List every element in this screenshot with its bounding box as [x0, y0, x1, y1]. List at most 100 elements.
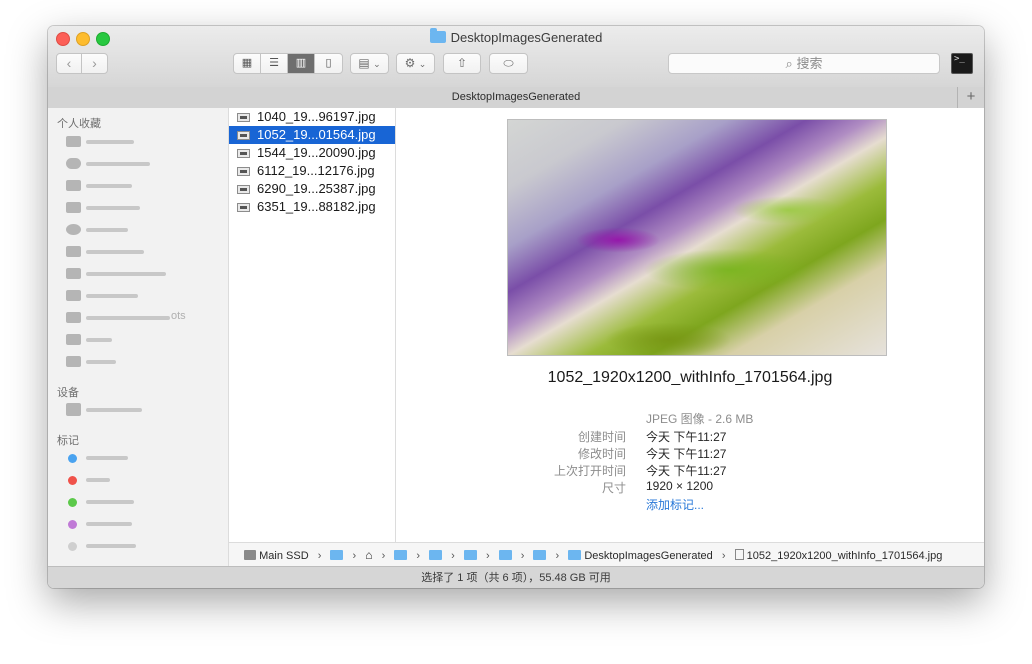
image-file-icon — [237, 167, 250, 176]
share-button[interactable]: ⇧ — [443, 53, 481, 74]
file-name: 1544_19...20090.jpg — [257, 145, 376, 160]
action-button[interactable]: ⚙ ⌄ — [396, 53, 435, 74]
blurred-label — [86, 360, 116, 364]
path-file[interactable]: 1052_1920x1200_withInfo_1701564.jpg — [747, 550, 943, 562]
file-column: 1040_19...96197.jpg 1052_19...01564.jpg … — [229, 108, 396, 566]
icon-view-icon: ▦ — [241, 57, 253, 69]
grid-icon: ▤ — [358, 56, 370, 70]
image-file-icon — [237, 203, 250, 212]
blurred-label — [86, 522, 132, 526]
image-file-icon — [237, 113, 250, 122]
folder-icon — [66, 356, 81, 367]
status-text: 选择了 1 项（共 6 项），55.48 GB 可用 — [421, 572, 611, 584]
edit-tags-button[interactable]: ⬭ — [489, 53, 528, 74]
file-row[interactable]: 1544_19...20090.jpg — [229, 144, 395, 162]
chevron-left-icon: ‹ — [66, 55, 72, 71]
image-file-icon — [237, 185, 250, 194]
tag-icon: ⬭ — [503, 56, 514, 70]
search-placeholder: 搜索 — [796, 56, 823, 71]
folder-icon[interactable] — [463, 550, 477, 560]
view-mode-segmented: ▦ ☰ ▥ ▯ — [233, 53, 343, 74]
image-file-icon — [237, 131, 250, 140]
blurred-label — [86, 316, 170, 320]
tab-bar: DesktopImagesGenerated + — [48, 87, 984, 109]
icon-view-button[interactable]: ▦ — [234, 54, 261, 73]
hard-drive-icon — [66, 136, 81, 147]
path-separator-icon: › — [555, 550, 560, 562]
blurred-label — [86, 500, 134, 504]
sidebar-item[interactable]: ots — [66, 310, 216, 326]
cloud-icon — [66, 158, 81, 169]
preview-image[interactable] — [507, 119, 887, 356]
tag-dot-icon — [68, 498, 77, 507]
image-file-icon — [734, 549, 744, 560]
path-bar: Main SSD › › ⌂ › › › › › › DesktopImages… — [229, 542, 984, 567]
column-view-button[interactable]: ▥ — [288, 54, 315, 73]
new-tab-button[interactable]: + — [957, 87, 984, 108]
meta-label-size: 尺寸 — [601, 481, 626, 495]
forward-button[interactable]: › — [82, 54, 107, 73]
search-icon: ⌕ — [785, 56, 793, 71]
dropbox-icon — [66, 180, 81, 191]
file-row-selected[interactable]: 1052_19...01564.jpg — [229, 126, 395, 144]
blurred-label — [86, 544, 136, 548]
file-name: 1052_19...01564.jpg — [257, 127, 376, 142]
file-row[interactable]: 6351_19...88182.jpg — [229, 198, 395, 216]
file-name: 6351_19...88182.jpg — [257, 199, 376, 214]
folder-icon[interactable] — [394, 550, 408, 560]
tab-title[interactable]: DesktopImagesGenerated — [452, 91, 580, 103]
share-icon: ⇧ — [456, 56, 468, 70]
folder-icon[interactable] — [533, 550, 547, 560]
toolbar: DesktopImagesGenerated ‹ › ▦ ☰ ▥ ▯ ▤ ⌄ ⚙ ⌄ ⇧… — [48, 26, 984, 88]
preview-kind: JPEG 图像 - 2.6 MB — [646, 412, 754, 426]
tag-dot-icon — [68, 476, 77, 485]
path-separator-icon: › — [451, 550, 455, 562]
path-folder[interactable]: DesktopImagesGenerated — [584, 550, 712, 562]
arrange-button[interactable]: ▤ ⌄ — [350, 53, 389, 74]
folder-icon[interactable] — [330, 550, 344, 560]
finder-window: DesktopImagesGenerated ‹ › ▦ ☰ ▥ ▯ ▤ ⌄ ⚙ ⌄ ⇧… — [48, 26, 984, 588]
file-row[interactable]: 6112_19...12176.jpg — [229, 162, 395, 180]
folder-icon[interactable] — [429, 550, 443, 560]
tag-dot-icon — [68, 520, 77, 529]
file-name: 6290_19...25387.jpg — [257, 181, 376, 196]
chevron-down-icon: ⌄ — [373, 59, 381, 69]
folder-icon — [66, 290, 81, 301]
folder-icon — [66, 202, 81, 213]
sidebar-header-devices: 设备 — [57, 387, 79, 399]
status-bar: 选择了 1 项（共 6 项），55.48 GB 可用 — [48, 566, 984, 588]
blurred-label — [86, 140, 134, 144]
file-row[interactable]: 1040_19...96197.jpg — [229, 108, 395, 126]
blurred-label — [86, 456, 128, 460]
chevron-down-icon: ⌄ — [418, 59, 427, 69]
back-button[interactable]: ‹ — [57, 54, 82, 73]
sidebar: 个人收藏 ots 设备 标记 — [48, 108, 229, 566]
home-icon[interactable]: ⌂ — [365, 548, 372, 562]
add-tags-link[interactable]: 添加标记... — [646, 496, 704, 513]
meta-value-created: 今天 下午11:27 — [646, 430, 727, 444]
chevron-right-icon: › — [92, 55, 97, 71]
meta-label-created: 创建时间 — [577, 430, 626, 444]
blurred-label — [86, 272, 166, 276]
blurred-label — [86, 338, 112, 342]
cover-flow-button[interactable]: ▯ — [315, 54, 342, 73]
path-root[interactable]: Main SSD — [259, 550, 309, 562]
list-view-button[interactable]: ☰ — [261, 54, 288, 73]
meta-value-modified: 今天 下午11:27 — [646, 447, 727, 461]
path-separator-icon: › — [721, 550, 726, 562]
meta-label-modified: 修改时间 — [577, 447, 626, 461]
folder-icon — [66, 312, 81, 323]
search-field[interactable]: ⌕ 搜索 — [668, 53, 940, 74]
cover-flow-icon: ▯ — [325, 57, 332, 69]
home-icon — [66, 334, 81, 345]
preview-filename: 1052_1920x1200_withInfo_1701564.jpg — [547, 369, 833, 386]
folder-icon[interactable] — [498, 550, 512, 560]
navigation-buttons: ‹ › — [56, 53, 108, 74]
terminal-icon[interactable]: >_ — [951, 53, 973, 74]
path-separator-icon: › — [485, 550, 490, 562]
image-file-icon — [237, 149, 250, 158]
blurred-label — [86, 162, 150, 166]
file-row[interactable]: 6290_19...25387.jpg — [229, 180, 395, 198]
folder-icon — [66, 246, 81, 257]
blurred-label — [86, 228, 128, 232]
